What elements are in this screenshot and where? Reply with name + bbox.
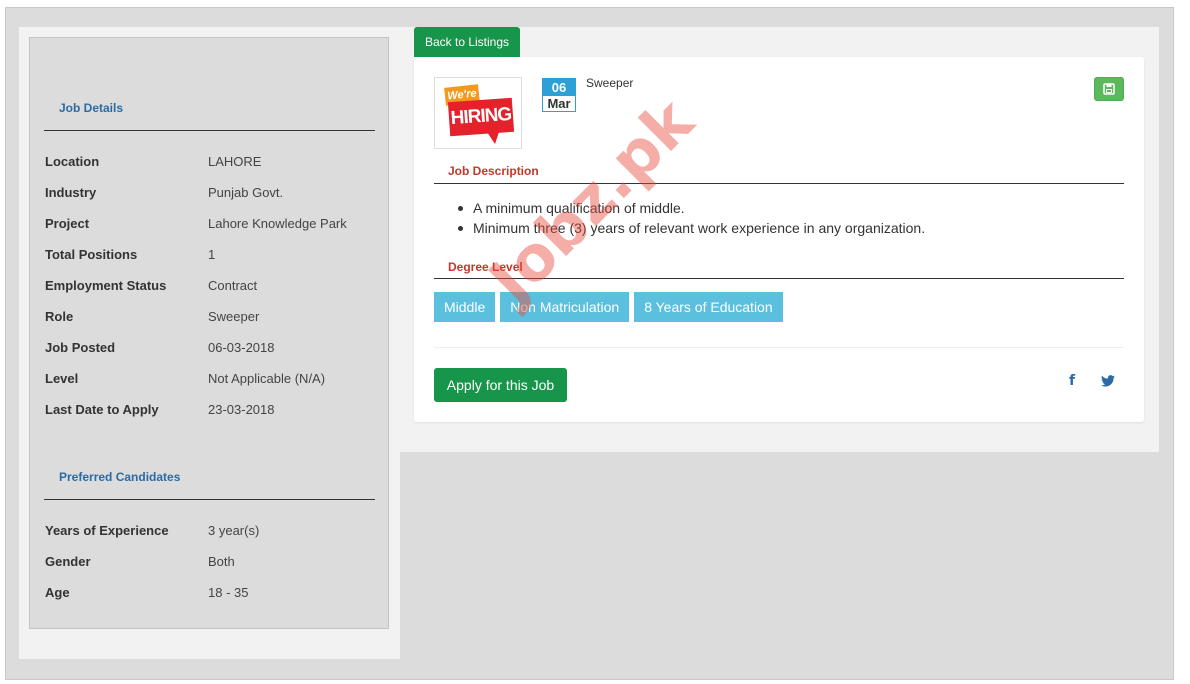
detail-value: Punjab Govt.	[208, 185, 284, 200]
detail-value: Sweeper	[208, 309, 260, 324]
detail-label: Location	[45, 154, 100, 169]
twitter-bird-glyph	[1101, 375, 1115, 387]
detail-label: Last Date to Apply	[45, 402, 159, 417]
preferred-row-gender: Gender Both	[45, 554, 375, 574]
degree-tag[interactable]: Non Matriculation	[500, 292, 630, 322]
preferred-candidates-heading: Preferred Candidates	[59, 470, 181, 484]
job-description-heading: Job Description	[448, 164, 539, 178]
detail-row-role: Role Sweeper	[45, 309, 375, 329]
twitter-icon[interactable]	[1101, 375, 1115, 391]
detail-row-last-date: Last Date to Apply 23-03-2018	[45, 402, 375, 422]
detail-row-job-posted: Job Posted 06-03-2018	[45, 340, 375, 360]
job-title: Sweeper	[586, 76, 634, 90]
detail-row-location: Location LAHORE	[45, 154, 375, 174]
job-sidebar: Job Details Location LAHORE Industry Pun…	[29, 37, 389, 629]
preferred-value: Both	[208, 554, 235, 569]
detail-value: Lahore Knowledge Park	[208, 216, 347, 231]
date-month: Mar	[547, 96, 571, 111]
back-to-listings-button[interactable]: Back to Listings	[414, 27, 520, 57]
preferred-value: 3 year(s)	[208, 523, 260, 538]
company-logo: We're HIRING	[434, 77, 522, 149]
job-details-divider	[44, 130, 375, 131]
detail-label: Level	[45, 371, 79, 386]
degree-tag[interactable]: Middle	[434, 292, 496, 322]
detail-row-level: Level Not Applicable (N/A)	[45, 371, 375, 391]
detail-label: Total Positions	[45, 247, 138, 262]
preferred-divider	[44, 499, 375, 500]
preferred-label: Age	[45, 585, 70, 600]
job-card: We're HIRING 06 Mar Sweeper Job Descript…	[414, 57, 1144, 422]
preferred-label: Gender	[45, 554, 91, 569]
posted-date-badge: 06 Mar	[542, 78, 576, 112]
detail-label: Role	[45, 309, 74, 324]
detail-label: Industry	[45, 185, 97, 200]
floppy-disk-icon	[1103, 83, 1115, 95]
job-details-heading: Job Details	[59, 101, 124, 115]
detail-label: Job Posted	[45, 340, 116, 355]
detail-value: Contract	[208, 278, 258, 293]
save-job-button[interactable]	[1094, 77, 1124, 101]
degree-tag[interactable]: 8 Years of Education	[634, 292, 783, 322]
detail-row-project: Project Lahore Knowledge Park	[45, 216, 375, 236]
detail-row-total-positions: Total Positions 1	[45, 247, 375, 267]
logo-text-main: HIRING	[447, 97, 515, 137]
card-divider	[434, 347, 1124, 348]
detail-row-industry: Industry Punjab Govt.	[45, 185, 375, 205]
list-item: A minimum qualification of middle.	[457, 198, 925, 218]
logo-bubble-tail	[487, 132, 499, 144]
detail-value: 23-03-2018	[208, 402, 275, 417]
detail-row-employment-status: Employment Status Contract	[45, 278, 375, 298]
date-day: 06	[543, 79, 575, 96]
preferred-label: Years of Experience	[45, 523, 169, 538]
job-description-list: A minimum qualification of middle. Minim…	[457, 198, 926, 238]
facebook-icon[interactable]: f	[1069, 373, 1075, 389]
detail-value: LAHORE	[208, 154, 262, 169]
job-description-divider	[434, 183, 1124, 184]
list-item: Minimum three (3) years of relevant work…	[457, 220, 926, 236]
preferred-value: 18 - 35	[208, 585, 249, 600]
detail-value: Not Applicable (N/A)	[208, 371, 326, 386]
degree-level-heading: Degree Level	[448, 260, 523, 274]
degree-tags: Middle Non Matriculation 8 Years of Educ…	[434, 292, 783, 322]
preferred-row-experience: Years of Experience 3 year(s)	[45, 523, 375, 543]
detail-value: 1	[208, 247, 216, 262]
detail-label: Employment Status	[45, 278, 167, 293]
detail-value: 06-03-2018	[208, 340, 275, 355]
apply-for-job-button[interactable]: Apply for this Job	[434, 368, 567, 402]
degree-level-divider	[434, 278, 1124, 279]
detail-label: Project	[45, 216, 90, 231]
preferred-row-age: Age 18 - 35	[45, 585, 375, 605]
